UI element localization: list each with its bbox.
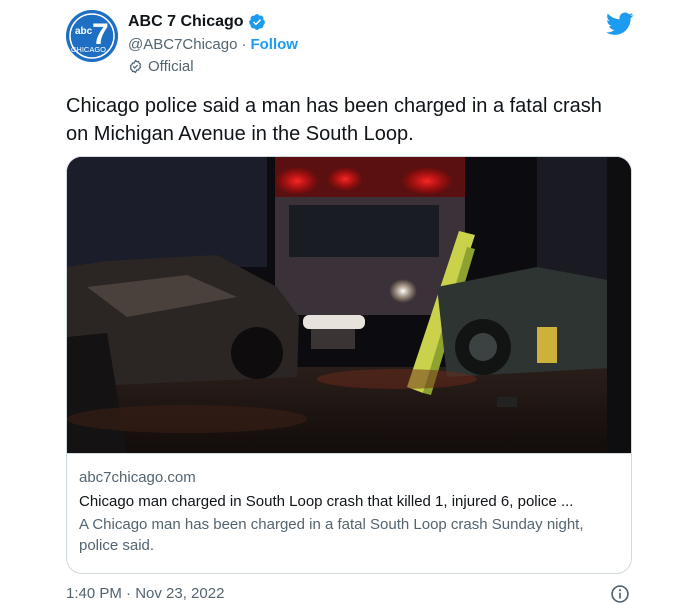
- official-check-icon: [128, 59, 143, 74]
- avatar-abc-text: abc: [75, 26, 93, 37]
- display-name[interactable]: ABC 7 Chicago: [128, 13, 244, 31]
- tweet-timestamp[interactable]: 1:40 PM · Nov 23, 2022: [66, 584, 224, 604]
- link-title[interactable]: Chicago man charged in South Loop crash …: [79, 492, 621, 512]
- link-description: A Chicago man has been charged in a fata…: [79, 516, 584, 554]
- info-icon[interactable]: [610, 584, 630, 604]
- tweet-text: Chicago police said a man has been charg…: [66, 95, 602, 145]
- twitter-bird-icon[interactable]: [606, 12, 634, 36]
- article-photo[interactable]: [67, 157, 631, 453]
- verified-badge-icon: [248, 13, 266, 31]
- avatar[interactable]: abc 7 CHICAGO: [66, 10, 118, 62]
- avatar-chicago-text: CHICAGO: [71, 45, 106, 54]
- handle[interactable]: @ABC7Chicago: [128, 36, 237, 53]
- author-block: ABC 7 Chicago @ABC7Chicago · Follow Offi…: [128, 11, 298, 77]
- link-card[interactable]: abc7chicago.com Chicago man charged in S…: [66, 156, 632, 574]
- separator-dot: ·: [241, 35, 247, 53]
- link-info[interactable]: abc7chicago.com Chicago man charged in S…: [67, 453, 631, 573]
- abc7-logo-icon: abc 7 CHICAGO: [66, 10, 118, 62]
- tweet-embed: abc 7 CHICAGO ABC 7 Chicago @ABC7Chicago…: [0, 0, 700, 611]
- follow-button[interactable]: Follow: [250, 36, 298, 53]
- crash-scene-image: [67, 157, 631, 453]
- official-label: Official: [148, 57, 194, 75]
- link-domain: abc7chicago.com: [79, 469, 196, 486]
